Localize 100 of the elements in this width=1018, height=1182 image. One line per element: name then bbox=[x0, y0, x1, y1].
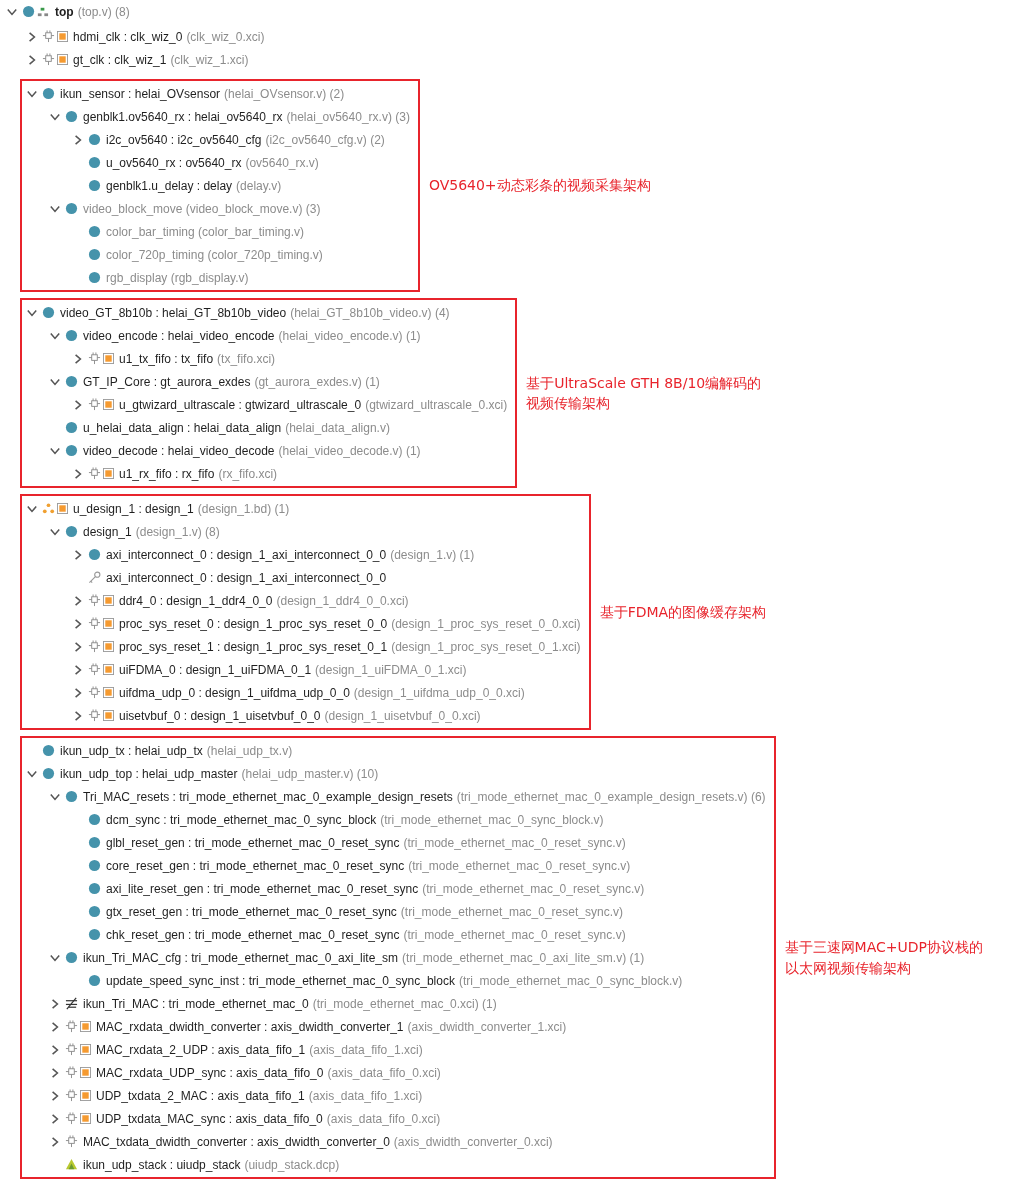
annotation-text: 视频传输架构 bbox=[526, 394, 611, 413]
expand-toggle[interactable] bbox=[26, 30, 38, 43]
expand-toggle[interactable] bbox=[72, 640, 84, 653]
node-file: (tri_mode_ethernet_mac_0_reset_sync.v) bbox=[400, 904, 623, 919]
node-file: (axis_dwidth_converter_1.xci) bbox=[407, 1019, 567, 1034]
node-name: dcm_sync : tri_mode_ethernet_mac_0_sync_block bbox=[106, 812, 377, 827]
node-file: color_720p_timing (color_720p_timing.v) bbox=[106, 247, 323, 262]
ip-square-icon bbox=[103, 595, 114, 606]
node-file: color_bar_timing (color_bar_timing.v) bbox=[106, 224, 305, 239]
ip-square-icon bbox=[103, 399, 114, 410]
expand-toggle[interactable] bbox=[72, 617, 84, 630]
module-icon bbox=[88, 859, 101, 872]
expand-toggle[interactable] bbox=[72, 686, 84, 699]
expand-toggle[interactable] bbox=[72, 663, 84, 676]
node-file: (design_1.bd) (1) bbox=[197, 501, 290, 516]
expand-toggle[interactable] bbox=[72, 352, 84, 365]
node-name: design_1 bbox=[83, 524, 132, 539]
chip-icon bbox=[88, 594, 101, 607]
annotation-text: 基于三速网MAC+UDP协议栈的 bbox=[784, 938, 983, 958]
expand-toggle[interactable] bbox=[49, 1135, 61, 1148]
expand-toggle[interactable] bbox=[72, 709, 84, 722]
node-name: genblk1.u_delay : delay bbox=[106, 178, 233, 193]
module-icon bbox=[65, 329, 78, 342]
ip-square-icon bbox=[103, 664, 114, 675]
node-name: i2c_ov5640 : i2c_ov5640_cfg bbox=[106, 132, 262, 147]
module-icon bbox=[42, 87, 55, 100]
expand-toggle[interactable] bbox=[49, 1112, 61, 1125]
node-name: u_ov5640_rx : ov5640_rx bbox=[106, 155, 242, 170]
chip-icon bbox=[65, 1043, 78, 1056]
module-icon bbox=[42, 306, 55, 319]
node-name: UDP_txdata_2_MAC : axis_data_fifo_1 bbox=[96, 1088, 305, 1103]
module-icon bbox=[65, 525, 78, 538]
ip-square-icon bbox=[80, 1113, 91, 1124]
node-name: genblk1.ov5640_rx : helai_ov5640_rx bbox=[83, 109, 283, 124]
node-file: (tri_mode_ethernet_mac_0_sync_block.v) bbox=[380, 812, 604, 827]
node-name: update_speed_sync_inst : tri_mode_ethernet_mac_0_sync_block bbox=[106, 973, 455, 988]
node-file: (design_1_uiFDMA_0_1.xci) bbox=[315, 662, 467, 677]
module-icon bbox=[88, 156, 101, 169]
node-file: (helai_udp_master.v) (10) bbox=[241, 766, 379, 781]
expand-toggle[interactable] bbox=[26, 53, 38, 66]
expand-toggle[interactable] bbox=[49, 1066, 61, 1079]
node-name: uisetvbuf_0 : design_1_uisetvbuf_0_0 bbox=[119, 708, 321, 723]
node-name: ikun_udp_stack : uiudp_stack bbox=[83, 1157, 241, 1172]
module-icon bbox=[88, 225, 101, 238]
node-file: (design_1_uifdma_udp_0_0.xci) bbox=[353, 685, 525, 700]
node-name: gt_clk : clk_wiz_1 bbox=[73, 52, 167, 67]
node-name: Tri_MAC_resets : tri_mode_ethernet_mac_0_example_design_resets bbox=[83, 789, 453, 804]
node-name: ikun_udp_tx : helai_udp_tx bbox=[60, 743, 203, 758]
node-name: proc_sys_reset_0 : design_1_proc_sys_reset_0_0 bbox=[119, 616, 388, 631]
checkpoint-icon bbox=[65, 1158, 78, 1171]
annotation-text: 基于UltraScale GTH 8B/10编解码的 bbox=[526, 373, 762, 393]
node-file: (tri_mode_ethernet_mac_0_reset_sync.v) bbox=[408, 858, 631, 873]
chip-icon bbox=[88, 663, 101, 676]
node-name: axi_lite_reset_gen : tri_mode_ethernet_mac_0_reset_sync bbox=[106, 881, 419, 896]
module-icon bbox=[65, 110, 78, 123]
node-name: u_gtwizard_ultrascale : gtwizard_ultrascale_0 bbox=[119, 397, 362, 412]
node-name: axi_interconnect_0 : design_1_axi_interconnect_0_0 bbox=[106, 570, 387, 585]
node-name: proc_sys_reset_1 : design_1_proc_sys_reset_0_1 bbox=[119, 639, 388, 654]
ip-square-icon bbox=[103, 687, 114, 698]
node-name: u1_tx_fifo : tx_fifo bbox=[119, 351, 214, 366]
node-file: (tri_mode_ethernet_mac_0_example_design_resets.v) (6) bbox=[456, 789, 766, 804]
ip-square-icon bbox=[103, 710, 114, 721]
expand-toggle[interactable] bbox=[49, 1043, 61, 1056]
node-file: (design_1_uisetvbuf_0_0.xci) bbox=[324, 708, 481, 723]
node-name: chk_reset_gen : tri_mode_ethernet_mac_0_reset_sync bbox=[106, 927, 400, 942]
annotation-text: OV5640+动态彩条的视频采集架构 bbox=[428, 176, 651, 196]
chip-icon bbox=[42, 30, 55, 43]
node-file: (clk_wiz_1.xci) bbox=[170, 52, 249, 67]
node-name: ikun_sensor : helai_OVsensor bbox=[60, 86, 221, 101]
key-icon bbox=[88, 571, 101, 584]
expand-toggle[interactable] bbox=[72, 548, 84, 561]
chip-icon bbox=[88, 640, 101, 653]
expand-toggle[interactable] bbox=[72, 398, 84, 411]
node-file: (gt_aurora_exdes.v) (1) bbox=[254, 374, 380, 389]
expand-toggle[interactable] bbox=[49, 997, 61, 1010]
module-icon bbox=[42, 744, 55, 757]
expand-toggle[interactable] bbox=[49, 1089, 61, 1102]
node-name: u_design_1 : design_1 bbox=[73, 501, 194, 516]
module-icon bbox=[65, 790, 78, 803]
ip-square-icon bbox=[80, 1021, 91, 1032]
module-icon bbox=[88, 548, 101, 561]
module-icon bbox=[88, 133, 101, 146]
hatched-block-icon bbox=[65, 997, 78, 1010]
node-file: (tri_mode_ethernet_mac_0_reset_sync.v) bbox=[422, 881, 645, 896]
ip-square-icon bbox=[80, 1090, 91, 1101]
module-icon bbox=[65, 444, 78, 457]
chip-icon bbox=[88, 467, 101, 480]
node-file: (tri_mode_ethernet_mac_0.xci) (1) bbox=[312, 996, 497, 1011]
expand-toggle[interactable] bbox=[49, 1020, 61, 1033]
node-file: video_block_move (video_block_move.v) (3) bbox=[83, 201, 321, 216]
ip-square-icon bbox=[80, 1044, 91, 1055]
node-file: (helai_GT_8b10b_video.v) (4) bbox=[290, 305, 450, 320]
node-name: core_reset_gen : tri_mode_ethernet_mac_0_reset_sync bbox=[106, 858, 405, 873]
node-file: (tri_mode_ethernet_mac_0_sync_block.v) bbox=[458, 973, 683, 988]
expand-toggle[interactable] bbox=[72, 594, 84, 607]
node-file: (design_1.v) (8) bbox=[135, 524, 220, 539]
node-file: (design_1.v) (1) bbox=[390, 547, 475, 562]
expand-toggle[interactable] bbox=[72, 133, 84, 146]
expand-toggle[interactable] bbox=[72, 467, 84, 480]
node-name: MAC_txdata_dwidth_converter : axis_dwidth_converter_0 bbox=[83, 1134, 390, 1149]
